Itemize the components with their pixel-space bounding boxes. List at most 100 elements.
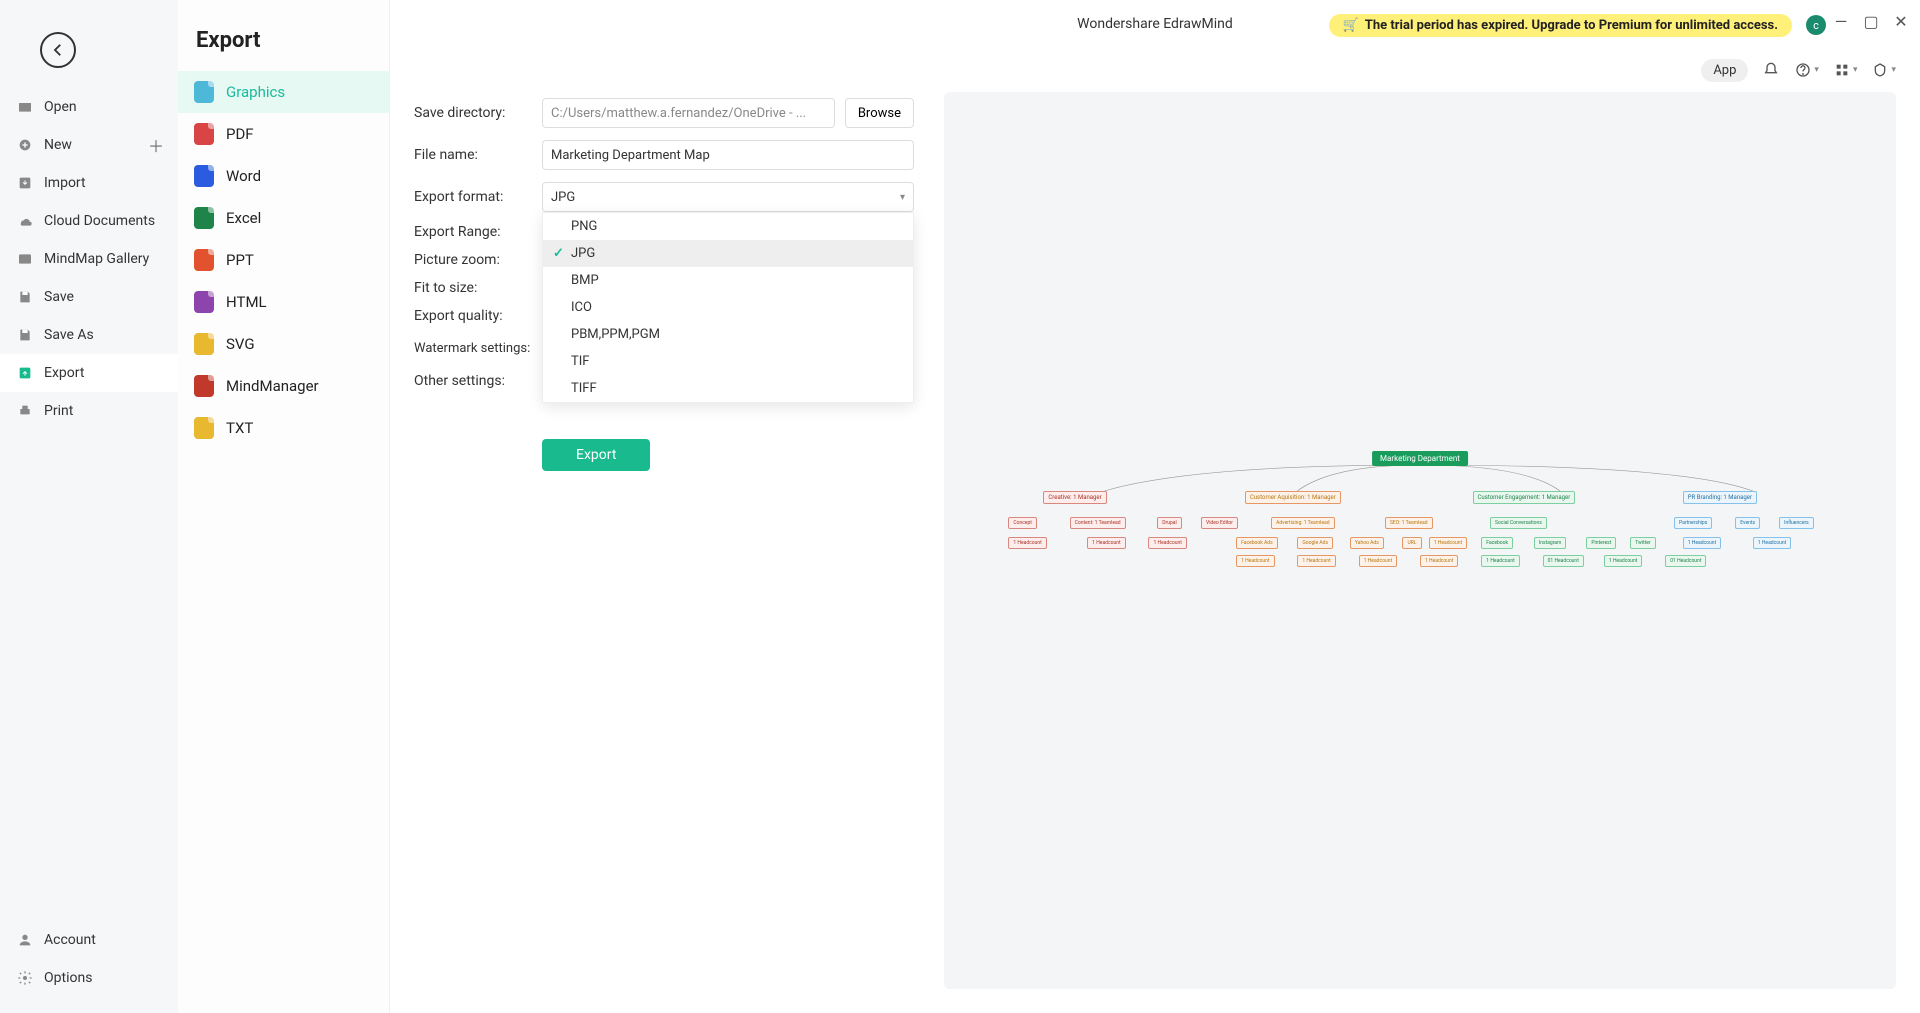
format-option-bmp[interactable]: BMP — [543, 267, 913, 294]
minimize-button[interactable]: — — [1832, 12, 1850, 30]
export-type-mindmanager[interactable]: MindManager — [178, 365, 389, 407]
mindmap-leaf: Pinterest — [1586, 537, 1616, 549]
type-label: TXT — [226, 419, 253, 437]
saveas-icon — [16, 326, 34, 344]
export-icon — [16, 364, 34, 382]
nav-account[interactable]: Account — [0, 921, 178, 959]
mindmap-leaf: Facebook Ads — [1236, 537, 1278, 549]
close-button[interactable]: ✕ — [1892, 12, 1910, 30]
browse-button[interactable]: Browse — [845, 98, 914, 128]
export-type-pdf[interactable]: PDF — [178, 113, 389, 155]
export-panel-title: Export — [178, 16, 389, 71]
type-label: PPT — [226, 251, 254, 269]
mindmap-leaf: Concept — [1008, 517, 1037, 529]
format-label: Export format: — [414, 189, 542, 205]
app-pill-button[interactable]: App — [1701, 59, 1748, 82]
format-select[interactable]: JPG ▾ — [542, 182, 914, 212]
nav-label: MindMap Gallery — [44, 251, 149, 267]
mindmap-root: Marketing Department — [1372, 451, 1468, 466]
ppt-file-icon — [194, 249, 214, 271]
type-label: PDF — [226, 125, 254, 143]
mindmap-leaf: Content: 1 Teamlead — [1070, 517, 1126, 529]
word-file-icon — [194, 165, 214, 187]
preview-panel: Marketing Department Creative: 1 Manager… — [944, 92, 1896, 989]
gallery-icon — [16, 250, 34, 268]
format-selected-value: JPG — [551, 190, 575, 205]
avatar[interactable]: c — [1806, 15, 1826, 35]
format-option-ico[interactable]: ICO — [543, 294, 913, 321]
nav-options[interactable]: Options — [0, 959, 178, 997]
quality-label: Export quality: — [414, 308, 542, 324]
nav-save[interactable]: Save — [0, 278, 178, 316]
mindmap-leaf: 01 Headcount — [1543, 555, 1584, 567]
nav-gallery[interactable]: MindMap Gallery — [0, 240, 178, 278]
nav-label: Cloud Documents — [44, 213, 155, 229]
mindmap-leaf: 1 Headcount — [1683, 537, 1721, 549]
plus-icon[interactable]: ＋ — [148, 133, 164, 157]
account-icon — [16, 931, 34, 949]
nav-print[interactable]: Print — [0, 392, 178, 430]
export-type-ppt[interactable]: PPT — [178, 239, 389, 281]
format-option-pbm[interactable]: PBM,PPM,PGM — [543, 321, 913, 348]
export-button[interactable]: Export — [542, 439, 650, 471]
export-type-word[interactable]: Word — [178, 155, 389, 197]
mindmap-leaf: Drupal — [1157, 517, 1181, 529]
format-option-tif[interactable]: TIF — [543, 348, 913, 375]
maximize-button[interactable]: ▢ — [1862, 12, 1880, 30]
nav-label: Export — [44, 365, 84, 381]
format-option-jpg[interactable]: JPG — [543, 240, 913, 267]
mindmap-leaf: Video Editor — [1201, 517, 1238, 529]
share-menu[interactable]: ▾ — [1871, 61, 1896, 79]
nav-cloud[interactable]: Cloud Documents — [0, 202, 178, 240]
export-type-excel[interactable]: Excel — [178, 197, 389, 239]
mindmap-leaf: 1 Headcount — [1481, 555, 1519, 567]
export-type-txt[interactable]: TXT — [178, 407, 389, 449]
nav-import[interactable]: Import — [0, 164, 178, 202]
nav-open[interactable]: Open — [0, 88, 178, 126]
export-type-svg[interactable]: SVG — [178, 323, 389, 365]
mindmap-branch: Customer Aquisition: 1 Manager — [1245, 491, 1341, 504]
mindmap-leaf: Social Conversations — [1490, 517, 1547, 529]
mindmap-leaf: Twitter — [1630, 537, 1655, 549]
file-name-label: File name: — [414, 147, 542, 163]
mindmap-leaf: 1 Headcount — [1604, 555, 1642, 567]
help-icon — [1794, 61, 1812, 79]
grid-menu[interactable]: ▾ — [1833, 61, 1858, 79]
file-name-input[interactable] — [542, 140, 914, 170]
mindmap-branch: PR Branding: 1 Manager — [1683, 491, 1757, 504]
nav-label: Options — [44, 970, 92, 986]
mindmap-leaf: URL — [1402, 537, 1421, 549]
mindmap-leaf: SEO: 1 Teamlead — [1385, 517, 1433, 529]
cart-icon: 🛒 — [1343, 18, 1359, 33]
help-menu[interactable]: ▾ — [1794, 61, 1819, 79]
watermark-label: Watermark settings: — [414, 341, 542, 356]
mindmap-leaf: Events — [1735, 517, 1760, 529]
type-label: MindManager — [226, 377, 319, 395]
format-option-png[interactable]: PNG — [543, 213, 913, 240]
nav-new[interactable]: New ＋ — [0, 126, 178, 164]
bell-icon[interactable] — [1762, 61, 1780, 79]
format-option-tiff[interactable]: TIFF — [543, 375, 913, 402]
nav-saveas[interactable]: Save As — [0, 316, 178, 354]
mindmap-leaf: 1 Headcount — [1753, 537, 1791, 549]
format-dropdown: PNG JPG BMP ICO PBM,PPM,PGM TIF TIFF — [542, 212, 914, 403]
mindmap-leaf: Partnerships — [1674, 517, 1712, 529]
save-directory-label: Save directory: — [414, 105, 542, 121]
nav-label: Save — [44, 289, 74, 305]
chevron-down-icon: ▾ — [900, 192, 905, 203]
export-type-html[interactable]: HTML — [178, 281, 389, 323]
nav-export[interactable]: Export — [0, 354, 178, 392]
back-button[interactable] — [40, 32, 76, 68]
export-type-graphics[interactable]: Graphics — [178, 71, 389, 113]
grid-icon — [1833, 61, 1851, 79]
nav-label: Open — [44, 99, 77, 115]
mindmap-branch: Customer Engagement: 1 Manager — [1473, 491, 1576, 504]
zoom-label: Picture zoom: — [414, 252, 542, 268]
trial-banner[interactable]: 🛒 The trial period has expired. Upgrade … — [1329, 14, 1792, 37]
nav-label: Import — [44, 175, 86, 191]
save-directory-input[interactable] — [542, 98, 835, 128]
mindmap-leaf: 1 Headcount — [1429, 537, 1467, 549]
txt-file-icon — [194, 417, 214, 439]
type-label: Graphics — [226, 83, 285, 101]
mindmap-leaf: Instagram — [1534, 537, 1567, 549]
